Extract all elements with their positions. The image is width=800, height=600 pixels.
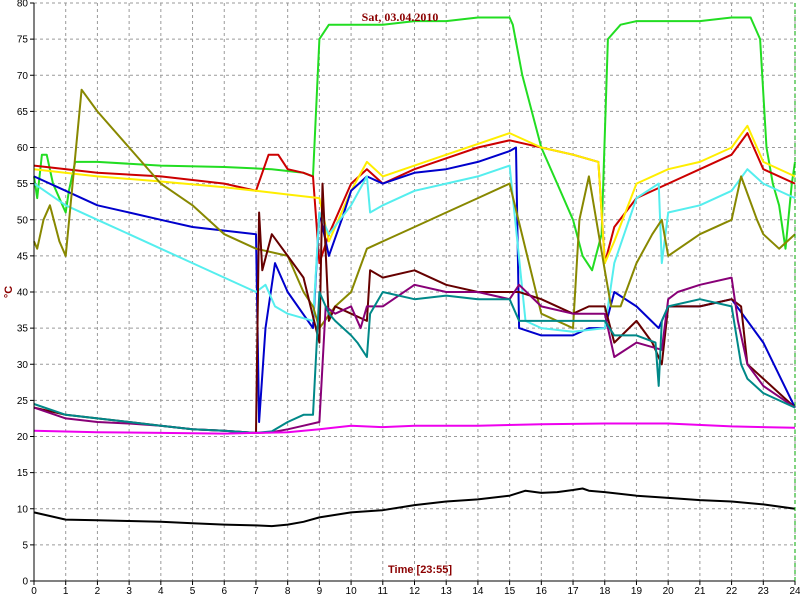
y-tick-label: 50: [17, 215, 29, 226]
x-tick-label: 14: [472, 586, 484, 597]
x-tick-label: 17: [567, 586, 579, 597]
x-tick-label: 20: [663, 586, 675, 597]
x-tick-label: 21: [694, 586, 706, 597]
x-tick-label: 9: [317, 586, 323, 597]
y-tick-labels: 0 5 10 15 20 25 30 35 40 45 50 55 60 65 70 75 80: [17, 0, 34, 588]
x-tick-label: 19: [631, 586, 643, 597]
y-tick-label: 25: [17, 396, 29, 407]
x-tick-label: 8: [285, 586, 291, 597]
x-tick-label: 22: [726, 586, 738, 597]
y-tick-label: 65: [17, 107, 29, 118]
y-tick-label: 20: [17, 432, 29, 443]
x-tick-label: 4: [158, 586, 164, 597]
y-tick-label: 70: [17, 71, 29, 82]
chart-title: Sat, 03.04.2010: [362, 10, 439, 24]
y-tick-label: 0: [22, 577, 28, 588]
y-tick-label: 45: [17, 251, 29, 262]
x-tick-label: 11: [378, 586, 389, 597]
y-tick-label: 35: [17, 324, 29, 335]
x-tick-label: 1: [63, 586, 69, 597]
x-tick-label: 23: [758, 586, 770, 597]
x-tick-label: 0: [31, 586, 37, 597]
x-tick-label: 16: [536, 586, 548, 597]
y-tick-label: 5: [22, 540, 28, 551]
x-tick-label: 18: [599, 586, 611, 597]
x-tick-label: 10: [346, 586, 358, 597]
y-tick-label: 80: [17, 0, 29, 10]
x-tick-label: 24: [789, 586, 800, 597]
x-axis-label: Time [23:55]: [388, 564, 452, 576]
x-tick-labels: 0 1 2 3 4 5 6 7 8 9 10 11 12 13 14 15 16 17 18 19 20 21 22 23 24: [31, 581, 800, 597]
y-tick-label: 40: [17, 288, 29, 299]
x-tick-label: 15: [504, 586, 516, 597]
x-tick-label: 2: [95, 586, 101, 597]
temperature-chart: 0 1 2 3 4 5 6 7 8 9 10 11 12 13 14 15 16 17 18 19 20 21 22 23 24…: [3, 0, 800, 597]
y-axis-label: °C: [3, 286, 15, 298]
y-tick-label: 30: [17, 360, 29, 371]
y-tick-label: 60: [17, 143, 29, 154]
x-tick-label: 5: [190, 586, 196, 597]
series-line-8: [33, 276, 796, 434]
y-tick-label: 10: [17, 504, 29, 515]
x-tick-label: 12: [409, 586, 421, 597]
y-tick-label: 55: [17, 179, 29, 190]
x-tick-label: 7: [253, 586, 259, 597]
x-tick-label: 6: [221, 586, 227, 597]
y-tick-label: 15: [17, 468, 29, 479]
x-tick-label: 13: [441, 586, 453, 597]
y-tick-label: 75: [17, 35, 29, 46]
x-tick-label: 3: [126, 586, 132, 597]
